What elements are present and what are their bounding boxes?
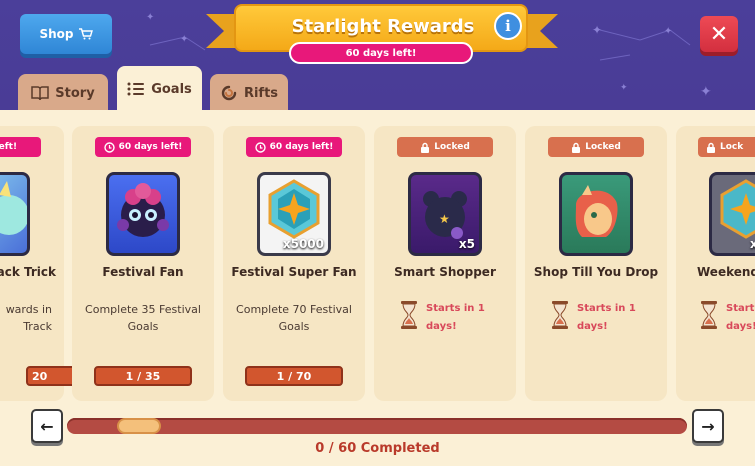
goal-name: ack Trick (0, 265, 56, 279)
tag-label: Locked (585, 142, 621, 152)
goal-name: Smart Shopper (394, 265, 496, 279)
lock-icon (572, 142, 581, 153)
cart-icon (78, 28, 93, 40)
fluffy-creature-icon (106, 172, 180, 256)
svg-text:✦: ✦ (700, 84, 712, 100)
progress-label: 20 (32, 369, 48, 383)
shop-button[interactable]: Shop (20, 14, 112, 54)
hourglass-icon (401, 301, 417, 329)
goal-card[interactable]: 60 days left! Festival Fan Complete 35 F… (72, 126, 214, 401)
tag-label: 60 days left! (269, 142, 334, 152)
svg-text:✦: ✦ (592, 23, 602, 37)
tab-story-label: Story (55, 85, 95, 101)
reward-quantity: x5000 (282, 237, 324, 251)
goal-card[interactable]: Locked ★ x5 Smart Shopper Starts in 1 da… (374, 126, 516, 401)
locked-tag: Lock (698, 137, 755, 157)
time-left-tag: 60 days left! (246, 137, 342, 157)
tag-label: Lock (720, 142, 744, 152)
page-title: Starlight Rewards (291, 16, 475, 37)
goal-card[interactable]: Lock x1 Weekend V Start days! (676, 126, 755, 401)
goal-cards-carousel[interactable]: days left! ack Trick wards in Track 20 6… (0, 126, 755, 401)
lock-icon (421, 142, 430, 153)
goal-progress: 1 / 70 (245, 366, 343, 386)
locked-tag: Locked (548, 137, 644, 157)
goal-progress: 1 / 35 (94, 366, 192, 386)
goal-name: Shop Till You Drop (533, 265, 659, 279)
list-icon (127, 82, 145, 96)
lock-icon (707, 142, 715, 153)
tab-goals-label: Goals (151, 81, 192, 97)
shop-label: Shop (39, 27, 74, 41)
goal-name: Weekend V (697, 265, 755, 279)
goal-description: wards in Track (5, 303, 52, 333)
unicorn-icon (0, 172, 30, 256)
hourglass-icon (552, 301, 568, 329)
star-badge-icon: x1 (709, 172, 755, 256)
completion-counter: 0 / 60 Completed (315, 441, 440, 456)
clock-icon (103, 141, 115, 153)
pony-icon (559, 172, 633, 256)
goal-description: Complete 70 Festival Goals (236, 303, 352, 333)
starts-info: Start days! (700, 300, 755, 336)
starts-label: Starts in 1 days! (577, 303, 636, 332)
svg-text:✦: ✦ (664, 26, 672, 37)
starts-label: Starts in 1 days! (426, 303, 485, 332)
tab-goals[interactable]: Goals (117, 66, 202, 110)
starts-info: Starts in 1 days! (551, 300, 651, 336)
hourglass-icon (701, 301, 717, 329)
goal-description: Complete 35 Festival Goals (85, 303, 201, 333)
goal-card[interactable]: 60 days left! x5000 Festival Super Fan C… (223, 126, 365, 401)
locked-tag: Locked (397, 137, 493, 157)
starts-info: Starts in 1 days! (400, 300, 500, 336)
scroll-right-button[interactable]: → (692, 409, 724, 443)
clock-icon (254, 141, 266, 153)
svg-text:★: ★ (439, 212, 450, 226)
reward-quantity: x5 (458, 237, 475, 251)
svg-text:✦: ✦ (146, 12, 154, 23)
close-button[interactable]: ✕ (700, 16, 738, 52)
scroll-handle[interactable] (117, 418, 161, 434)
tag-label: Locked (434, 142, 470, 152)
swirl-icon (221, 85, 237, 101)
tab-story[interactable]: Story (18, 74, 108, 110)
reward-quantity: x1 (750, 237, 755, 251)
goal-card[interactable]: Locked Shop Till You Drop Starts in 1 da… (525, 126, 667, 401)
goal-name: Festival Fan (102, 265, 184, 279)
scroll-left-button[interactable]: ← (31, 409, 63, 443)
goal-name: Festival Super Fan (231, 265, 357, 279)
tab-rifts-label: Rifts (243, 85, 279, 101)
tag-label: days left! (0, 142, 18, 152)
event-timer-badge: 60 days left! (289, 42, 473, 64)
book-icon (31, 86, 50, 101)
header-banner: ✦ ✦ ✦ ✦ ✦ ✦ Shop Starlight Rewards i 60 day… (0, 0, 755, 110)
bear-token-icon: ★ x5 (408, 172, 482, 256)
time-left-tag: days left! (0, 137, 41, 157)
tab-rifts[interactable]: Rifts (210, 74, 288, 110)
tag-label: 60 days left! (118, 142, 183, 152)
goal-card[interactable]: days left! ack Trick wards in Track 20 (0, 126, 124, 401)
time-left-tag: 60 days left! (95, 137, 191, 157)
starts-label: Start days! (726, 303, 755, 332)
gem-badge-icon: x5000 (257, 172, 331, 256)
info-button[interactable]: i (494, 12, 522, 40)
svg-text:✦: ✦ (620, 83, 628, 93)
svg-text:✦: ✦ (180, 34, 188, 45)
